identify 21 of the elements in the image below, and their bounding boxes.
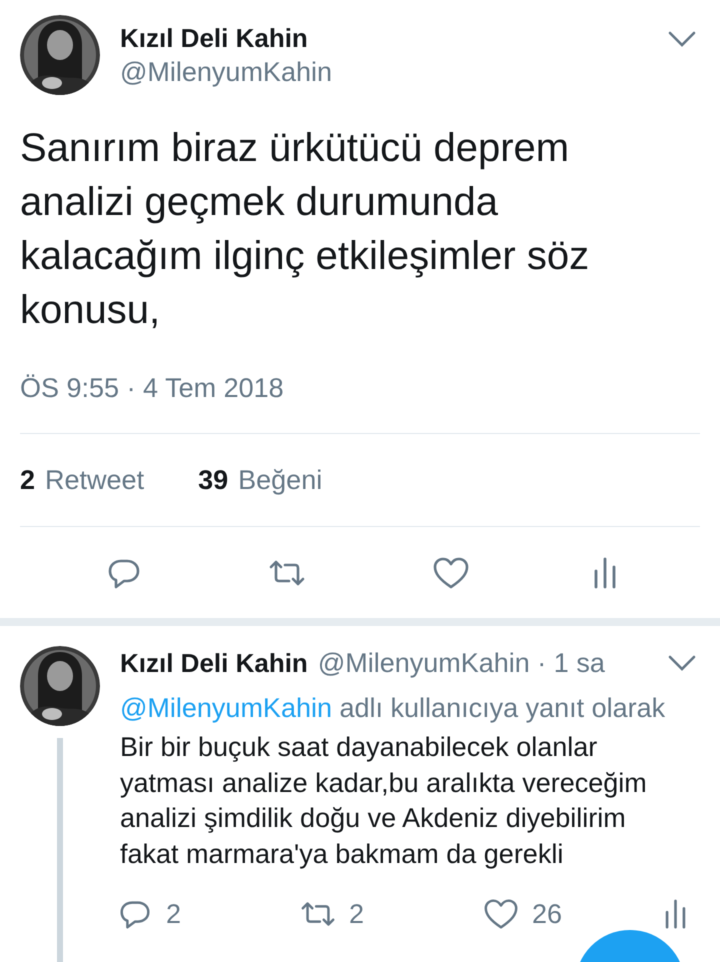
timestamp: ÖS 9:55 · 4 Tem 2018 bbox=[20, 372, 285, 404]
stat-number: 39 bbox=[198, 464, 228, 497]
action-count: 2 bbox=[166, 898, 182, 931]
stat-count[interactable]: 39 Beğeni bbox=[198, 460, 322, 500]
reply-text: Bir bir buçuk saat dayanabilecek olanlar yatması analize kadar,bu aralıkta vereceğim analizi şimdilik doğu ve Akdeniz diyebilirim fakat marmara'ya bakmam da gerekli bbox=[120, 731, 648, 871]
bar-chart-icon[interactable] bbox=[594, 556, 616, 588]
chevron-down-icon[interactable] bbox=[668, 31, 696, 47]
reply-context: @MilenyumKahin adlı kullanıcıya yanıt olarak bbox=[120, 692, 666, 725]
tweet-meta: @MilenyumKahin · 1 sa bbox=[318, 647, 605, 680]
author-handle[interactable]: @MilenyumKahin bbox=[120, 55, 668, 89]
author-name[interactable]: Kızıl Deli Kahin bbox=[120, 646, 308, 680]
stat-number: 2 bbox=[20, 464, 36, 497]
tweet-text: Sanırım biraz ürkütücü deprem analizi geçmek durumunda kalacağım ilginç etkileşimler söz konusu, bbox=[19, 125, 590, 334]
action-count: 26 bbox=[532, 898, 562, 931]
stat-count[interactable]: 2 Retweet bbox=[20, 460, 144, 500]
chevron-down-icon[interactable] bbox=[668, 655, 696, 671]
stat-label: Retweet bbox=[45, 464, 144, 497]
action-count: 2 bbox=[349, 898, 364, 931]
author-name[interactable]: Kızıl Deli Kahin bbox=[120, 21, 668, 55]
bar-chart-icon[interactable] bbox=[665, 899, 686, 930]
stat-label: Beğeni bbox=[238, 464, 322, 497]
